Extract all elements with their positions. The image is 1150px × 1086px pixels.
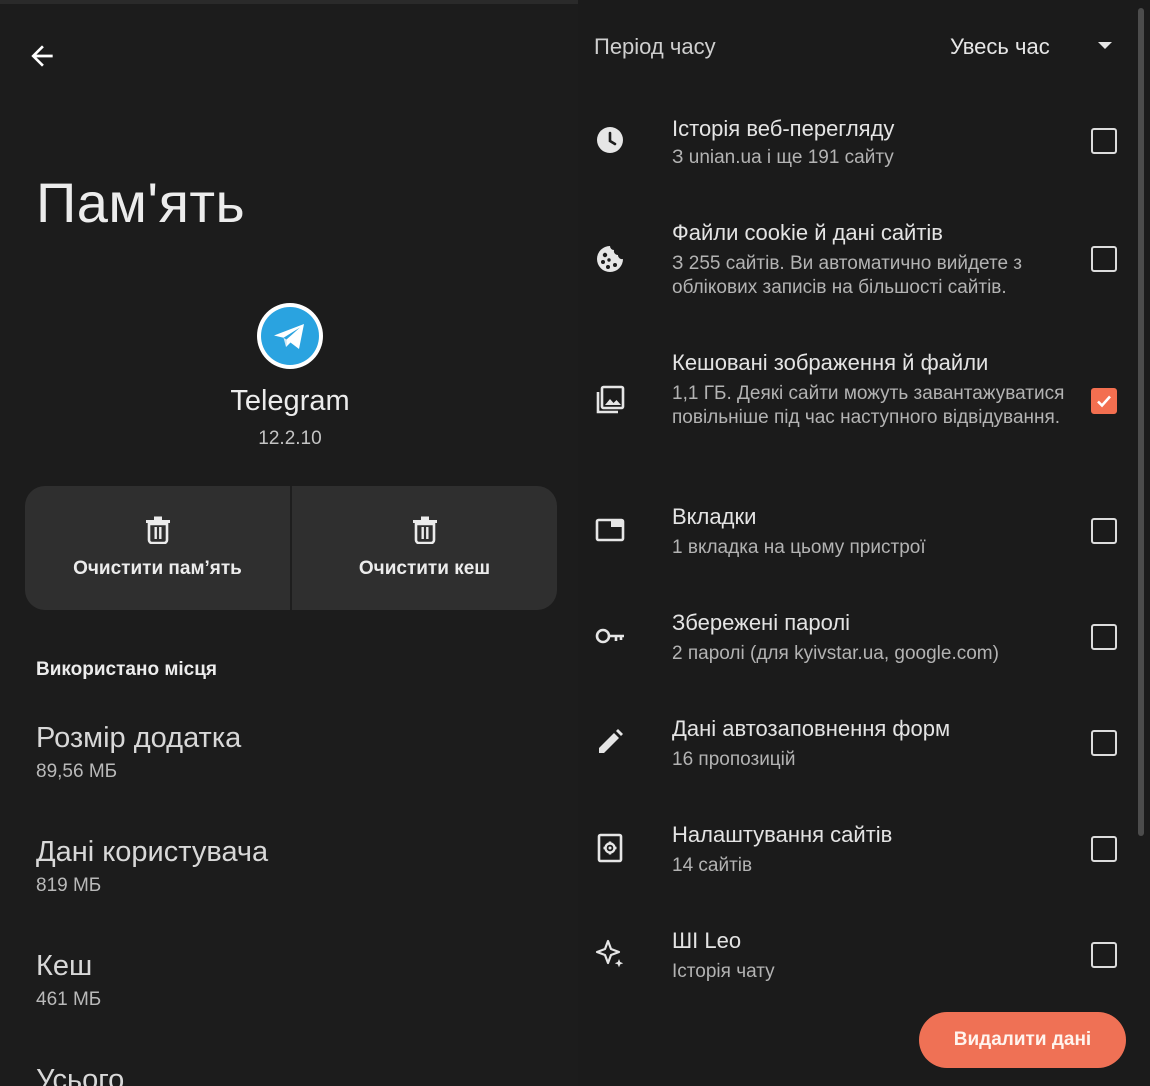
- checkbox-cached-images[interactable]: [1091, 388, 1117, 414]
- app-name: Telegram: [230, 385, 350, 417]
- checkbox-cookies[interactable]: [1091, 246, 1117, 272]
- item-subtitle: З unian.ua і ще 191 сайту: [672, 147, 894, 168]
- trash-icon: [412, 516, 437, 544]
- stat-name: Дані користувача: [36, 836, 269, 868]
- list-item-tabs[interactable]: Вкладки 1 вкладка на цьому пристрої: [578, 500, 1150, 580]
- storage-actions: Очистити пам’ять Очистити кеш: [25, 486, 557, 610]
- app-storage-panel: Пам'ять Telegram 12.2.10 Очистити пам’ят…: [0, 0, 578, 1086]
- stat-name: Усього: [36, 1064, 125, 1086]
- item-title: Файли cookie й дані сайтів: [672, 220, 943, 245]
- stat-value: 89,56 МБ: [36, 761, 118, 782]
- sparkle-icon: [595, 939, 624, 968]
- site-settings-icon: [597, 833, 623, 863]
- item-subtitle: 1 вкладка на цьому пристрої: [672, 537, 926, 558]
- item-title: Кешовані зображення й файли: [672, 350, 989, 375]
- stat-user-data: Дані користувача 819 МБ: [36, 836, 268, 897]
- stat-app-size: Розмір додатка 89,56 МБ: [36, 722, 241, 783]
- pencil-icon: [599, 729, 623, 753]
- item-title: Вкладки: [672, 504, 757, 529]
- item-title: Збережені паролі: [672, 610, 851, 635]
- stat-value: 819 МБ: [36, 875, 102, 896]
- trash-icon: [145, 516, 170, 544]
- stat-name: Кеш: [36, 950, 93, 982]
- list-item-cached-images[interactable]: Кешовані зображення й файли 1,1 ГБ. Деяк…: [578, 346, 1150, 466]
- clear-storage-label: Очистити пам’ять: [73, 558, 242, 579]
- item-subtitle: 1,1 ГБ. Деякі сайти можуть завантажувати…: [672, 383, 1065, 428]
- list-item-cookies[interactable]: Файли cookie й дані сайтів З 255 сайтів.…: [578, 216, 1150, 316]
- key-icon: [595, 628, 624, 644]
- page-title: Пам'ять: [36, 171, 246, 234]
- stat-name: Розмір додатка: [36, 722, 242, 754]
- checkbox-browsing-history[interactable]: [1091, 128, 1117, 154]
- stat-total: Усього: [36, 1064, 124, 1086]
- stat-value: 461 МБ: [36, 989, 102, 1010]
- item-subtitle: 16 пропозицій: [672, 749, 796, 770]
- tab-icon: [595, 518, 625, 542]
- list-item-site-settings[interactable]: Налаштування сайтів 14 сайтів: [578, 818, 1150, 898]
- item-subtitle: Історія чату: [672, 961, 775, 982]
- clear-cache-label: Очистити кеш: [358, 558, 491, 579]
- section-label-space-used: Використано місця: [36, 659, 218, 680]
- list-item-browsing-history[interactable]: Історія веб-перегляду З unian.ua і ще 19…: [578, 110, 1150, 200]
- app-version: 12.2.10: [258, 428, 322, 449]
- list-item-autofill[interactable]: Дані автозаповнення форм 16 пропозицій: [578, 712, 1150, 792]
- clear-cache-button[interactable]: Очистити кеш: [290, 486, 557, 610]
- checkbox-tabs[interactable]: [1091, 518, 1117, 544]
- clear-browsing-data-panel: Період часу Увесь час Історія веб-перегл…: [578, 0, 1150, 1086]
- back-arrow-icon[interactable]: [26, 40, 58, 72]
- item-title: Дані автозаповнення форм: [672, 716, 951, 741]
- item-title: ШІ Leo: [672, 928, 742, 953]
- telegram-logo-icon: [257, 303, 323, 369]
- images-icon: [596, 385, 625, 414]
- item-subtitle: З 255 сайтів. Ви автоматично вийдете з о…: [672, 253, 1023, 298]
- checkbox-autofill[interactable]: [1091, 730, 1117, 756]
- checkbox-site-settings[interactable]: [1091, 836, 1117, 862]
- item-title: Налаштування сайтів: [672, 822, 893, 847]
- stat-cache: Кеш 461 МБ: [36, 950, 101, 1011]
- list-item-leo-ai[interactable]: ШІ Leo Історія чату: [578, 924, 1150, 1004]
- checkbox-leo-ai[interactable]: [1091, 942, 1117, 968]
- delete-data-button[interactable]: Видалити дані: [919, 1012, 1126, 1068]
- item-subtitle: 14 сайтів: [672, 855, 753, 876]
- list-item-passwords[interactable]: Збережені паролі 2 паролі (для kyivstar.…: [578, 606, 1150, 686]
- top-divider: [0, 0, 578, 4]
- item-subtitle: 2 паролі (для kyivstar.ua, google.com): [672, 643, 999, 664]
- item-title: Історія веб-перегляду: [672, 116, 895, 141]
- dropdown-caret-icon[interactable]: [1098, 42, 1112, 49]
- time-period-label: Період часу: [594, 34, 716, 59]
- history-clock-icon: [597, 127, 623, 153]
- cookie-icon: [597, 246, 623, 272]
- clear-storage-button[interactable]: Очистити пам’ять: [25, 486, 290, 610]
- time-period-dropdown[interactable]: Увесь час: [950, 34, 1050, 60]
- checkbox-passwords[interactable]: [1091, 624, 1117, 650]
